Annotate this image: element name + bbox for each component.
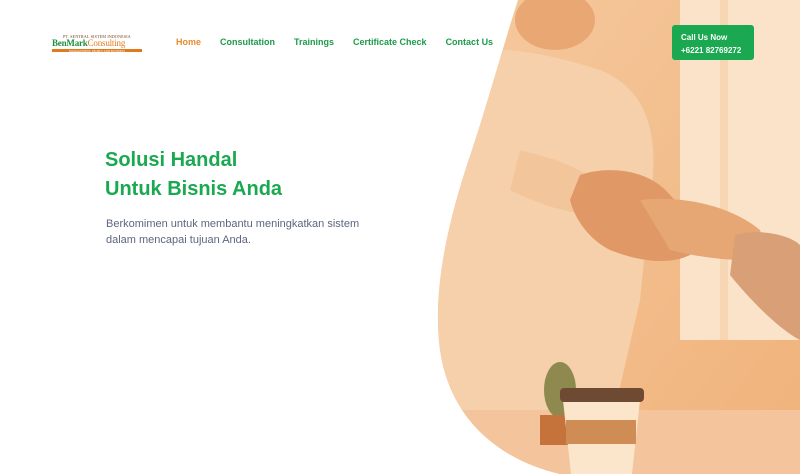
logo-tagline-bar: MANAGEMENT, PEOPLE AND BUSINESS [52, 48, 142, 53]
call-us-label: Call Us Now [681, 33, 728, 42]
nav-consultation[interactable]: Consultation [220, 37, 275, 47]
nav-home[interactable]: Home [176, 37, 201, 47]
nav-trainings[interactable]: Trainings [294, 37, 334, 47]
hero-subtitle-line2: dalam mencapai tujuan Anda. [106, 234, 251, 246]
hero-title-line1: Solusi Handal [105, 149, 238, 171]
call-us-button[interactable]: Call Us Now +6221 82769272 [672, 25, 754, 60]
hero-title: Solusi Handal Untuk Bisnis Anda [105, 146, 282, 204]
call-us-phone: +6221 82769272 [681, 46, 742, 55]
nav-contact-us[interactable]: Contact Us [446, 37, 494, 47]
hero-title-line2: Untuk Bisnis Anda [105, 178, 283, 200]
main-nav: Home Consultation Trainings Certificate … [176, 37, 493, 47]
hero-subtitle: Berkomimen untuk membantu meningkatkan s… [106, 216, 386, 248]
logo-brand: BenMarkConsulting [52, 39, 142, 48]
hero-subtitle-line1: Berkomimen untuk membantu meningkatkan s… [106, 218, 360, 230]
logo-brand-part1: BenMark [52, 38, 88, 48]
logo-tagline: MANAGEMENT, PEOPLE AND BUSINESS [69, 48, 125, 53]
logo-brand-part2: Consulting [87, 38, 126, 48]
brand-logo[interactable]: PT. SENTRAL SISTEM INDONESIA BenMarkCons… [52, 34, 142, 54]
nav-certificate-check[interactable]: Certificate Check [353, 37, 427, 47]
